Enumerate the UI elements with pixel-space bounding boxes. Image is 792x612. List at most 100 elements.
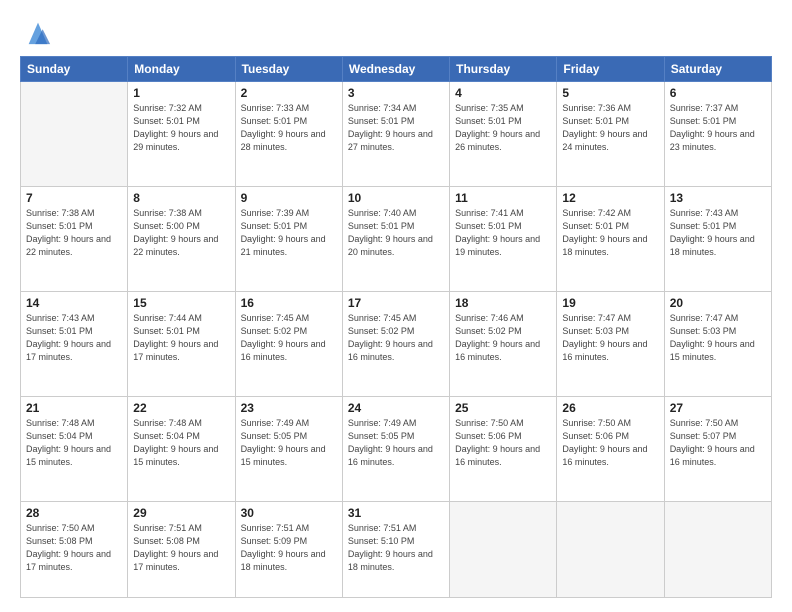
calendar-cell — [450, 501, 557, 597]
calendar-cell: 28 Sunrise: 7:50 AMSunset: 5:08 PMDayligh… — [21, 501, 128, 597]
day-info: Sunrise: 7:50 AMSunset: 5:07 PMDaylight:… — [670, 417, 766, 469]
day-number: 3 — [348, 86, 444, 100]
calendar-cell: 22 Sunrise: 7:48 AMSunset: 5:04 PMDayligh… — [128, 396, 235, 501]
day-info: Sunrise: 7:35 AMSunset: 5:01 PMDaylight:… — [455, 102, 551, 154]
day-info: Sunrise: 7:40 AMSunset: 5:01 PMDaylight:… — [348, 207, 444, 259]
calendar-cell: 25 Sunrise: 7:50 AMSunset: 5:06 PMDayligh… — [450, 396, 557, 501]
day-number: 24 — [348, 401, 444, 415]
day-info: Sunrise: 7:43 AMSunset: 5:01 PMDaylight:… — [670, 207, 766, 259]
logo — [20, 18, 52, 46]
weekday-header: Saturday — [664, 57, 771, 82]
calendar-cell: 14 Sunrise: 7:43 AMSunset: 5:01 PMDayligh… — [21, 291, 128, 396]
calendar-cell: 9 Sunrise: 7:39 AMSunset: 5:01 PMDaylight… — [235, 186, 342, 291]
day-number: 5 — [562, 86, 658, 100]
header — [20, 18, 772, 46]
week-row: 28 Sunrise: 7:50 AMSunset: 5:08 PMDayligh… — [21, 501, 772, 597]
week-row: 14 Sunrise: 7:43 AMSunset: 5:01 PMDayligh… — [21, 291, 772, 396]
calendar-cell: 17Sunrise: 7:45 AMSunset: 5:02 PMDayligh… — [342, 291, 449, 396]
day-info: Sunrise: 7:47 AMSunset: 5:03 PMDaylight:… — [670, 312, 766, 364]
day-info: Sunrise: 7:32 AMSunset: 5:01 PMDaylight:… — [133, 102, 229, 154]
day-number: 16 — [241, 296, 337, 310]
calendar-cell: 23Sunrise: 7:49 AMSunset: 5:05 PMDayligh… — [235, 396, 342, 501]
day-number: 15 — [133, 296, 229, 310]
day-number: 25 — [455, 401, 551, 415]
day-info: Sunrise: 7:38 AMSunset: 5:01 PMDaylight:… — [26, 207, 122, 259]
day-number: 10 — [348, 191, 444, 205]
calendar-cell: 4 Sunrise: 7:35 AMSunset: 5:01 PMDaylight… — [450, 82, 557, 187]
day-info: Sunrise: 7:47 AMSunset: 5:03 PMDaylight:… — [562, 312, 658, 364]
calendar-cell: 3 Sunrise: 7:34 AMSunset: 5:01 PMDaylight… — [342, 82, 449, 187]
day-number: 31 — [348, 506, 444, 520]
day-info: Sunrise: 7:48 AMSunset: 5:04 PMDaylight:… — [26, 417, 122, 469]
calendar-cell: 27 Sunrise: 7:50 AMSunset: 5:07 PMDayligh… — [664, 396, 771, 501]
day-number: 29 — [133, 506, 229, 520]
day-number: 11 — [455, 191, 551, 205]
calendar-cell: 8Sunrise: 7:38 AMSunset: 5:00 PMDaylight… — [128, 186, 235, 291]
day-info: Sunrise: 7:37 AMSunset: 5:01 PMDaylight:… — [670, 102, 766, 154]
day-info: Sunrise: 7:51 AMSunset: 5:09 PMDaylight:… — [241, 522, 337, 574]
day-number: 19 — [562, 296, 658, 310]
weekday-header: Thursday — [450, 57, 557, 82]
day-info: Sunrise: 7:45 AMSunset: 5:02 PMDaylight:… — [241, 312, 337, 364]
weekday-header: Monday — [128, 57, 235, 82]
page: SundayMondayTuesdayWednesdayThursdayFrid… — [0, 0, 792, 612]
weekday-header: Tuesday — [235, 57, 342, 82]
day-info: Sunrise: 7:43 AMSunset: 5:01 PMDaylight:… — [26, 312, 122, 364]
day-info: Sunrise: 7:36 AMSunset: 5:01 PMDaylight:… — [562, 102, 658, 154]
day-info: Sunrise: 7:51 AMSunset: 5:10 PMDaylight:… — [348, 522, 444, 574]
calendar-cell — [557, 501, 664, 597]
logo-icon — [24, 18, 52, 46]
day-info: Sunrise: 7:50 AMSunset: 5:06 PMDaylight:… — [562, 417, 658, 469]
day-number: 12 — [562, 191, 658, 205]
day-number: 22 — [133, 401, 229, 415]
day-number: 2 — [241, 86, 337, 100]
day-number: 18 — [455, 296, 551, 310]
day-info: Sunrise: 7:33 AMSunset: 5:01 PMDaylight:… — [241, 102, 337, 154]
calendar-cell: 10 Sunrise: 7:40 AMSunset: 5:01 PMDayligh… — [342, 186, 449, 291]
calendar-cell — [21, 82, 128, 187]
day-number: 21 — [26, 401, 122, 415]
week-row: 7Sunrise: 7:38 AMSunset: 5:01 PMDaylight… — [21, 186, 772, 291]
calendar-cell: 13 Sunrise: 7:43 AMSunset: 5:01 PMDayligh… — [664, 186, 771, 291]
calendar-cell: 30Sunrise: 7:51 AMSunset: 5:09 PMDayligh… — [235, 501, 342, 597]
day-number: 13 — [670, 191, 766, 205]
calendar-cell: 1 Sunrise: 7:32 AMSunset: 5:01 PMDaylight… — [128, 82, 235, 187]
calendar-cell: 12 Sunrise: 7:42 AMSunset: 5:01 PMDayligh… — [557, 186, 664, 291]
day-number: 8 — [133, 191, 229, 205]
day-info: Sunrise: 7:51 AMSunset: 5:08 PMDaylight:… — [133, 522, 229, 574]
week-row: 1 Sunrise: 7:32 AMSunset: 5:01 PMDaylight… — [21, 82, 772, 187]
day-info: Sunrise: 7:46 AMSunset: 5:02 PMDaylight:… — [455, 312, 551, 364]
calendar-cell: 2 Sunrise: 7:33 AMSunset: 5:01 PMDaylight… — [235, 82, 342, 187]
calendar-cell: 6 Sunrise: 7:37 AMSunset: 5:01 PMDaylight… — [664, 82, 771, 187]
day-number: 14 — [26, 296, 122, 310]
day-number: 9 — [241, 191, 337, 205]
day-info: Sunrise: 7:34 AMSunset: 5:01 PMDaylight:… — [348, 102, 444, 154]
day-number: 6 — [670, 86, 766, 100]
day-number: 20 — [670, 296, 766, 310]
calendar-table: SundayMondayTuesdayWednesdayThursdayFrid… — [20, 56, 772, 598]
day-number: 28 — [26, 506, 122, 520]
weekday-header: Wednesday — [342, 57, 449, 82]
calendar-cell — [664, 501, 771, 597]
day-info: Sunrise: 7:41 AMSunset: 5:01 PMDaylight:… — [455, 207, 551, 259]
day-number: 26 — [562, 401, 658, 415]
calendar-cell: 19 Sunrise: 7:47 AMSunset: 5:03 PMDayligh… — [557, 291, 664, 396]
calendar-cell: 15Sunrise: 7:44 AMSunset: 5:01 PMDayligh… — [128, 291, 235, 396]
calendar-cell: 31 Sunrise: 7:51 AMSunset: 5:10 PMDayligh… — [342, 501, 449, 597]
calendar-cell: 7Sunrise: 7:38 AMSunset: 5:01 PMDaylight… — [21, 186, 128, 291]
day-info: Sunrise: 7:39 AMSunset: 5:01 PMDaylight:… — [241, 207, 337, 259]
weekday-header: Friday — [557, 57, 664, 82]
day-number: 27 — [670, 401, 766, 415]
calendar-cell: 20 Sunrise: 7:47 AMSunset: 5:03 PMDayligh… — [664, 291, 771, 396]
day-number: 1 — [133, 86, 229, 100]
day-info: Sunrise: 7:42 AMSunset: 5:01 PMDaylight:… — [562, 207, 658, 259]
day-info: Sunrise: 7:49 AMSunset: 5:05 PMDaylight:… — [348, 417, 444, 469]
calendar-cell: 26 Sunrise: 7:50 AMSunset: 5:06 PMDayligh… — [557, 396, 664, 501]
day-info: Sunrise: 7:50 AMSunset: 5:08 PMDaylight:… — [26, 522, 122, 574]
day-info: Sunrise: 7:50 AMSunset: 5:06 PMDaylight:… — [455, 417, 551, 469]
day-number: 4 — [455, 86, 551, 100]
calendar-cell: 29 Sunrise: 7:51 AMSunset: 5:08 PMDayligh… — [128, 501, 235, 597]
calendar-cell: 21 Sunrise: 7:48 AMSunset: 5:04 PMDayligh… — [21, 396, 128, 501]
day-info: Sunrise: 7:45 AMSunset: 5:02 PMDaylight:… — [348, 312, 444, 364]
day-info: Sunrise: 7:48 AMSunset: 5:04 PMDaylight:… — [133, 417, 229, 469]
